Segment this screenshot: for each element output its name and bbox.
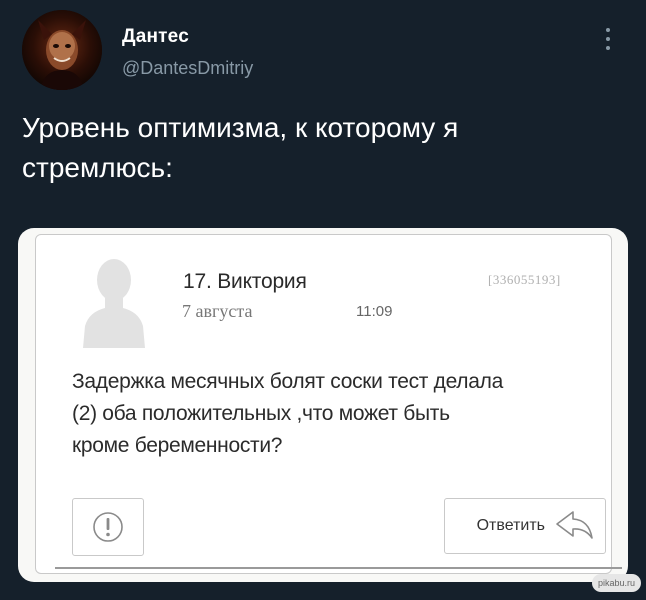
message-body-line: (2) оба положительных ,что может быть — [72, 402, 450, 425]
more-dot — [606, 37, 610, 41]
report-button[interactable] — [72, 498, 144, 556]
message-date: 7 августа — [182, 301, 253, 321]
message-body-line: кроме беременности? — [72, 434, 283, 457]
message-body: Задержка месячных болят соски тест делал… — [72, 366, 612, 462]
tweet: Дантес @DantesDmitriy Уровень оптимизма,… — [0, 0, 646, 600]
tweet-media-image[interactable]: 17. Виктория 7 августа 11:09 [336055193]… — [18, 228, 628, 582]
message-title: 17. Виктория — [183, 270, 307, 293]
reply-arrow-icon — [556, 511, 593, 539]
avatar[interactable] — [22, 10, 102, 90]
reply-label: Ответить — [476, 517, 545, 534]
more-dot — [606, 28, 610, 32]
exclamation-circle-icon — [93, 512, 123, 542]
divider — [55, 567, 622, 569]
tweet-text-line: стремлюсь: — [22, 152, 173, 183]
more-dot — [606, 46, 610, 50]
message-time: 11:09 — [356, 303, 393, 320]
message-id: [336055193] — [488, 272, 561, 287]
tweet-text: Уровень оптимизма, к которому я стремлюс… — [22, 108, 622, 188]
author-handle[interactable]: @DantesDmitriy — [122, 58, 253, 79]
user-silhouette-icon — [83, 259, 145, 348]
message-body-line: Задержка месячных болят соски тест делал… — [72, 370, 503, 393]
watermark: pikabu.ru — [592, 574, 642, 592]
author-name[interactable]: Дантес — [122, 26, 189, 48]
reply-button[interactable]: Ответить — [444, 498, 606, 554]
more-options-icon[interactable] — [596, 26, 620, 52]
devil-portrait-avatar-icon — [22, 10, 102, 90]
tweet-text-line: Уровень оптимизма, к которому я — [22, 112, 459, 143]
message-card: 17. Виктория 7 августа 11:09 [336055193]… — [35, 234, 622, 574]
